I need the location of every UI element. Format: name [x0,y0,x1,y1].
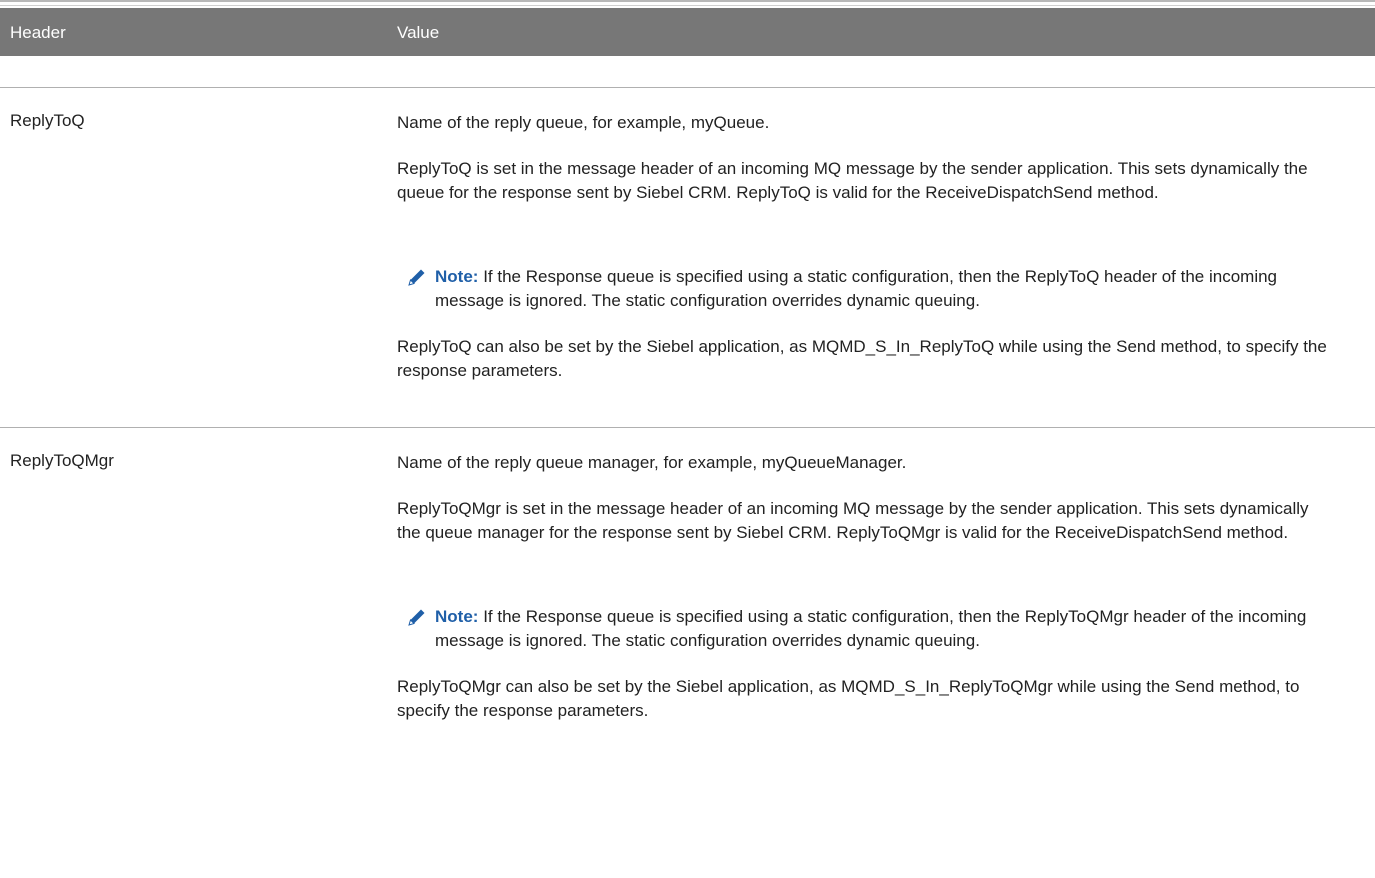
row-value: Name of the reply queue, for example, my… [397,111,1327,383]
top-divider [0,0,1375,2]
pencil-icon [408,609,425,626]
value-paragraph: ReplyToQMgr is set in the message header… [397,499,1309,542]
table-row: ReplyToQ Name of the reply queue, for ex… [0,87,1375,428]
note-text: If the Response queue is specified using… [435,267,1278,310]
value-paragraph: Name of the reply queue manager, for exa… [397,453,907,472]
table-header: Header Value [0,8,1375,56]
header-column-value: Value [397,23,440,42]
value-paragraph: ReplyToQ is set in the message header of… [397,159,1308,202]
value-paragraph: Name of the reply queue, for example, my… [397,113,770,132]
header-column-header: Header [10,23,66,42]
value-paragraph: ReplyToQ can also be set by the Siebel a… [397,337,1327,380]
row-name: ReplyToQ [10,111,85,130]
pencil-icon [408,269,425,286]
document-page: Header Value ReplyToQ Name of the reply … [0,0,1375,878]
row-value: Name of the reply queue manager, for exa… [397,451,1327,723]
note-label: Note: [435,267,479,286]
note-box: Note: If the Response queue is specified… [399,605,1327,653]
row-name: ReplyToQMgr [10,451,114,470]
value-paragraph: ReplyToQMgr can also be set by the Siebe… [397,677,1300,720]
note-label: Note: [435,607,479,626]
table-row: ReplyToQMgr Name of the reply queue mana… [0,427,1375,878]
note-text: If the Response queue is specified using… [435,607,1307,650]
top-divider-light [0,5,1375,6]
note-box: Note: If the Response queue is specified… [399,265,1327,313]
